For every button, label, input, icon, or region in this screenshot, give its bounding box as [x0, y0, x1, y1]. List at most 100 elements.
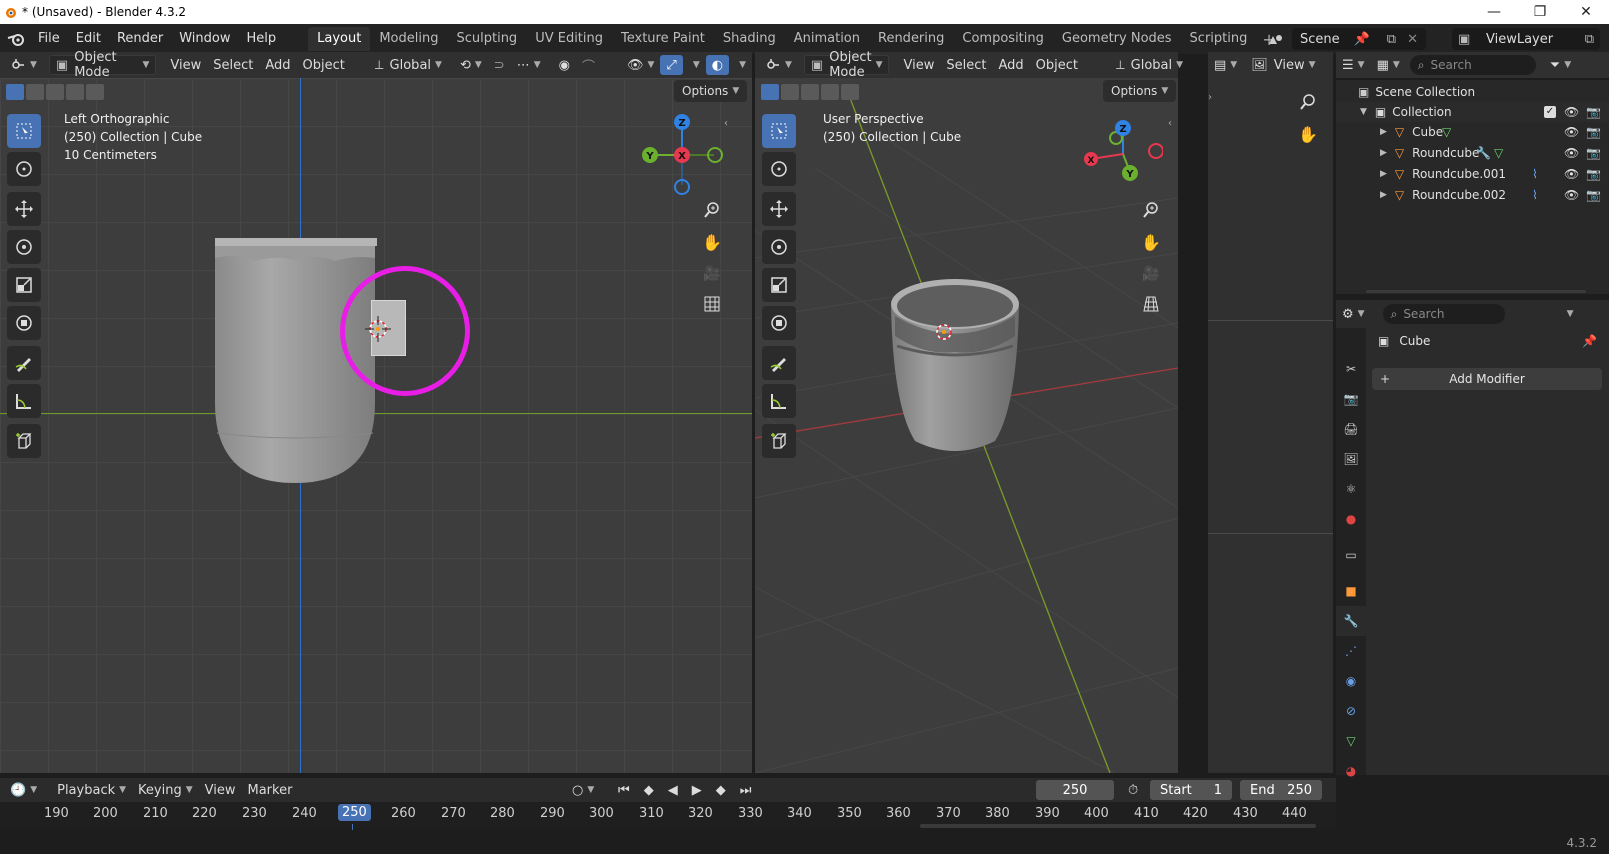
camera-icon[interactable]: 📷	[1586, 125, 1601, 139]
sidebar-toggle-icon-right[interactable]: ‹	[1168, 118, 1172, 129]
rotate-tool-icon-right[interactable]	[762, 230, 796, 264]
3d-cursor-icon-right[interactable]	[932, 320, 956, 344]
proportional-edit-icon[interactable]: ◉	[553, 55, 576, 75]
select-box-tool-icon-right[interactable]	[762, 114, 796, 148]
annotate-tool-icon-right[interactable]	[762, 346, 796, 380]
editor-type-icon-right[interactable]: ▼	[759, 55, 798, 75]
image-editor-type-icon[interactable]: ▤ ▼	[1208, 55, 1243, 75]
scale-tool-icon-right[interactable]	[762, 268, 796, 302]
menu-file[interactable]: File	[30, 27, 68, 51]
menu-view[interactable]: View	[164, 55, 207, 75]
menu-render[interactable]: Render	[109, 27, 171, 51]
constraints-tab-icon[interactable]: ⊘	[1336, 696, 1366, 726]
camera-view-icon[interactable]: 🎥	[698, 260, 726, 288]
editor-type-icon[interactable]: ▼	[4, 55, 43, 75]
new-view-layer-icon[interactable]: ⧉	[1585, 32, 1594, 47]
eye-icon[interactable]: 👁	[1564, 146, 1579, 160]
select-subtract-icon-right[interactable]	[801, 84, 819, 100]
scene-selector-icon[interactable]	[1262, 28, 1290, 50]
move-tool-icon-right[interactable]	[762, 192, 796, 226]
camera-view-icon-right[interactable]: 🎥	[1137, 260, 1165, 288]
camera-icon[interactable]: 📷	[1586, 167, 1601, 181]
tab-geometry-nodes[interactable]: Geometry Nodes	[1053, 27, 1181, 51]
menu-add-right[interactable]: Add	[992, 55, 1029, 75]
pan-hand-icon[interactable]: ✋	[698, 228, 726, 256]
add-cube-tool-icon[interactable]	[7, 424, 41, 458]
image-view-dropdown[interactable]: 🖼 View ▼	[1245, 55, 1321, 75]
eye-icon[interactable]: 👁	[1564, 105, 1579, 119]
playhead-frame[interactable]: 250	[338, 804, 371, 821]
select-invert-icon[interactable]	[66, 84, 84, 100]
outliner-scrollbar[interactable]	[1366, 290, 1586, 293]
gizmo-toggle-icon[interactable]: ⤢	[660, 55, 683, 75]
tab-rendering[interactable]: Rendering	[869, 27, 953, 51]
cursor-tool-icon[interactable]	[7, 152, 41, 186]
tab-uv-editing[interactable]: UV Editing	[526, 27, 612, 51]
current-frame-field[interactable]: 250	[1036, 780, 1114, 800]
collapse-chevron-icon[interactable]: ▼	[1360, 107, 1367, 117]
scene-tab-icon[interactable]: ⚛	[1336, 474, 1366, 504]
keying-menu[interactable]: Keying ▼	[132, 780, 199, 800]
expand-chevron-icon[interactable]: ▶	[1380, 169, 1387, 179]
timeline-editor-type-icon[interactable]: 🕘 ▼	[4, 780, 43, 800]
expand-chevron-icon[interactable]: ▶	[1380, 190, 1387, 200]
image-zoom-icon[interactable]	[1294, 88, 1322, 116]
scene-field[interactable]: Scene 📌 ⧉ ✕	[1292, 28, 1426, 50]
tab-layout[interactable]: Layout	[308, 27, 371, 51]
tool-tab-icon[interactable]: ✂	[1336, 354, 1366, 384]
menu-select-right[interactable]: Select	[940, 55, 992, 75]
ortho-toggle-icon[interactable]	[698, 290, 726, 318]
select-invert-icon-right[interactable]	[821, 84, 839, 100]
camera-icon[interactable]: 📷	[1586, 105, 1601, 119]
overlay-dropdown-icon[interactable]: ▼	[729, 55, 752, 75]
annotate-tool-icon[interactable]	[7, 346, 41, 380]
outliner-row-roundcube[interactable]: ▶ ▽ Roundcube 🔧 ▽ 👁 📷	[1336, 143, 1609, 163]
snap-toggle-icon[interactable]: ⊃	[488, 55, 511, 75]
timeline-scrollbar[interactable]	[920, 824, 1316, 828]
material-tab-icon[interactable]: ◕	[1336, 756, 1366, 786]
output-tab-icon[interactable]: 🖨	[1336, 414, 1366, 444]
world-tab-icon[interactable]: ●	[1336, 504, 1366, 534]
menu-object-right[interactable]: Object	[1030, 55, 1084, 75]
timeline-view-menu[interactable]: View	[199, 780, 242, 800]
marker-menu[interactable]: Marker	[242, 780, 299, 800]
image-editor-area[interactable]: ✋ ›	[1208, 78, 1333, 773]
tab-shading[interactable]: Shading	[714, 27, 785, 51]
orientation-dropdown[interactable]: ⟂ Global ▼	[369, 55, 448, 75]
eye-icon[interactable]: 👁	[1564, 125, 1579, 139]
outliner-row-scene-collection[interactable]: ▣ Scene Collection	[1336, 82, 1609, 102]
scale-tool-icon[interactable]	[7, 268, 41, 302]
outliner-search-input[interactable]: ⌕ Search	[1409, 55, 1536, 75]
render-tab-icon[interactable]: 📷	[1336, 384, 1366, 414]
navigation-gizmo-right[interactable]: Z Y X	[1083, 116, 1163, 196]
data-tab-icon[interactable]: ▽	[1336, 726, 1366, 756]
orientation-dropdown-right[interactable]: ⟂ Global ▼	[1110, 55, 1189, 75]
tab-scripting[interactable]: Scripting	[1181, 27, 1257, 51]
options-dropdown[interactable]: Options ▼	[674, 80, 748, 102]
physics-tab-icon[interactable]: ◉	[1336, 666, 1366, 696]
view-layer-field[interactable]: ▣ ViewLayer ⧉	[1452, 28, 1600, 50]
visibility-icon[interactable]: 👁 ▼	[621, 55, 660, 75]
prev-keyframe-icon[interactable]: ◆	[638, 780, 660, 800]
sidebar-toggle-icon[interactable]: ‹	[724, 118, 728, 129]
outliner-type-icon[interactable]: ☰ ▼	[1336, 55, 1371, 75]
next-keyframe-icon[interactable]: ◆	[710, 780, 732, 800]
menu-object[interactable]: Object	[297, 55, 351, 75]
close-button[interactable]: ✕	[1563, 0, 1609, 24]
zoom-icon[interactable]	[698, 196, 726, 224]
measure-tool-icon[interactable]	[7, 384, 41, 418]
mode-dropdown-right[interactable]: ▣ Object Mode ▼	[803, 50, 890, 80]
menu-view-right[interactable]: View	[897, 55, 940, 75]
tab-texture-paint[interactable]: Texture Paint	[612, 27, 714, 51]
menu-window[interactable]: Window	[171, 27, 238, 51]
select-new-icon[interactable]	[6, 84, 24, 100]
playback-menu[interactable]: Playback ▼	[51, 780, 132, 800]
stopwatch-icon[interactable]: ⏱	[1122, 780, 1144, 800]
outliner-row-cube[interactable]: ▶ ▽ Cube ▽ 👁 📷	[1336, 122, 1609, 142]
gizmo-dropdown-icon[interactable]: ▼	[683, 55, 706, 75]
options-dropdown-right[interactable]: Options ▼	[1103, 80, 1177, 102]
select-subtract-icon[interactable]	[46, 84, 64, 100]
jump-end-icon[interactable]: ⏭	[734, 780, 758, 800]
expand-chevron-icon[interactable]: ▶	[1380, 127, 1387, 137]
menu-add[interactable]: Add	[259, 55, 296, 75]
